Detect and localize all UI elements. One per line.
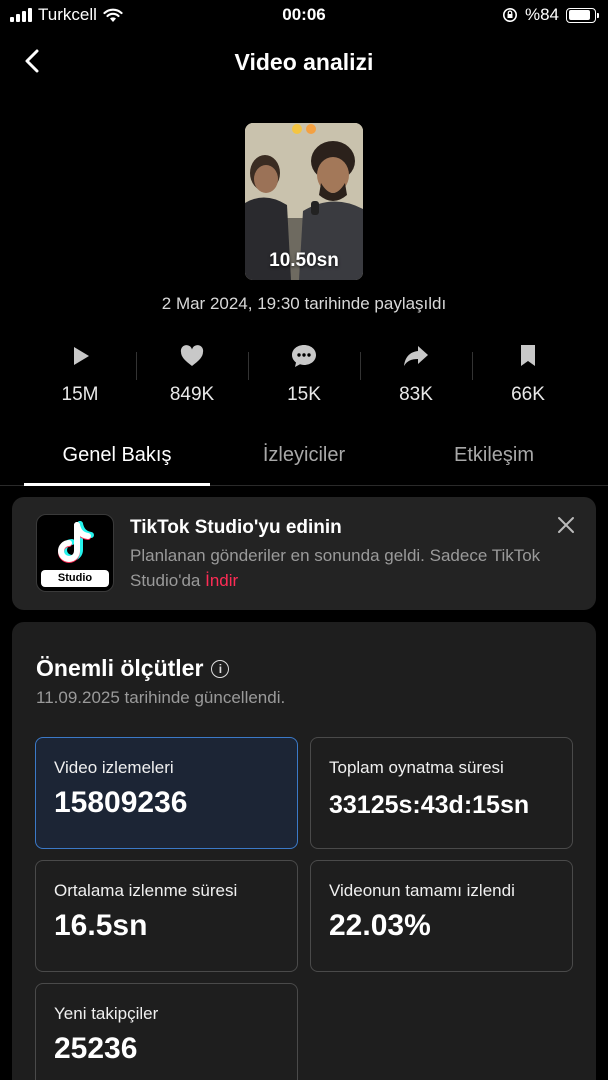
promo-description: Planlanan gönderiler en sonunda geldi. S… <box>130 543 550 593</box>
metric-label: Ortalama izlenme süresi <box>54 881 238 900</box>
stat-shares: 83K <box>360 340 472 410</box>
stat-value: 66K <box>511 384 545 405</box>
tab-viewers[interactable]: İzleyiciler <box>216 432 392 485</box>
metric-value: 16.5sn <box>54 909 148 942</box>
metric-tile-full-watched[interactable]: Videonun tamamı izlendi 22.03% <box>310 860 573 972</box>
battery-percent: %84 <box>524 5 559 24</box>
posted-date: 2 Mar 2024, 19:30 tarihinde paylaşıldı <box>161 294 447 313</box>
stat-value: 83K <box>399 384 433 405</box>
promo-text: Planlanan gönderiler en sonunda geldi. S… <box>130 546 541 590</box>
key-metrics-card: Önemli ölçütler i 11.09.2025 tarihinde g… <box>12 622 596 1080</box>
stat-likes: 849K <box>136 340 248 410</box>
comment-icon <box>290 342 318 370</box>
metrics-heading: Önemli ölçütler i <box>36 655 230 682</box>
share-icon <box>402 342 430 370</box>
metric-label: Toplam oynatma süresi <box>329 758 504 777</box>
play-icon <box>66 342 94 370</box>
metric-tile-total-playtime[interactable]: Toplam oynatma süresi 33125s:43d:15sn <box>310 737 573 849</box>
stat-value: 15M <box>61 384 99 405</box>
bookmark-icon <box>514 342 542 370</box>
studio-promo-card: Studio TikTok Studio'yu edinin Planlanan… <box>12 497 596 610</box>
stat-views: 15M <box>24 340 136 410</box>
video-duration: 10.50sn <box>269 250 339 271</box>
metric-tile-new-followers[interactable]: Yeni takipçiler 25236 <box>35 983 298 1080</box>
download-link[interactable]: İndir <box>205 571 238 590</box>
tab-bar: Genel Bakış İzleyiciler Etkileşim <box>0 432 608 486</box>
metric-label: Yeni takipçiler <box>54 1004 159 1023</box>
metric-tile-avg-watch-time[interactable]: Ortalama izlenme süresi 16.5sn <box>35 860 298 972</box>
stat-value: 15K <box>287 384 321 405</box>
close-icon[interactable] <box>556 515 576 535</box>
tab-overview[interactable]: Genel Bakış <box>24 432 210 486</box>
tab-engagement[interactable]: Etkileşim <box>408 432 580 485</box>
heart-icon <box>178 342 206 370</box>
status-bar: Turkcell 00:06 %84 <box>0 0 608 32</box>
metric-value: 25236 <box>54 1032 138 1065</box>
battery-icon <box>566 7 599 23</box>
metric-tile-video-views[interactable]: Video izlemeleri 15809236 <box>35 737 298 849</box>
metric-value: 15809236 <box>54 786 188 819</box>
orientation-lock-icon <box>502 8 517 22</box>
metric-label: Videonun tamamı izlendi <box>329 881 515 900</box>
engagement-stats: 15M 849K 15K 83K 66K <box>24 340 584 410</box>
page-title: Video analizi <box>234 49 374 75</box>
metric-label: Video izlemeleri <box>54 758 174 777</box>
metric-value: 22.03% <box>329 909 431 942</box>
header: Video analizi <box>0 40 608 84</box>
promo-title: TikTok Studio'yu edinin <box>130 517 342 538</box>
studio-label: Studio <box>41 570 109 587</box>
video-thumbnail[interactable]: 10.50sn <box>245 123 363 280</box>
stat-comments: 15K <box>248 340 360 410</box>
stat-saves: 66K <box>472 340 584 410</box>
tiktok-studio-logo: Studio <box>36 514 114 592</box>
stat-value: 849K <box>169 384 215 405</box>
updated-date: 11.09.2025 tarihinde güncellendi. <box>36 688 286 707</box>
metrics-title: Önemli ölçütler <box>36 655 204 681</box>
info-icon[interactable]: i <box>211 659 230 678</box>
tiktok-note-icon <box>58 521 94 563</box>
metric-value: 33125s:43d:15sn <box>329 791 530 819</box>
